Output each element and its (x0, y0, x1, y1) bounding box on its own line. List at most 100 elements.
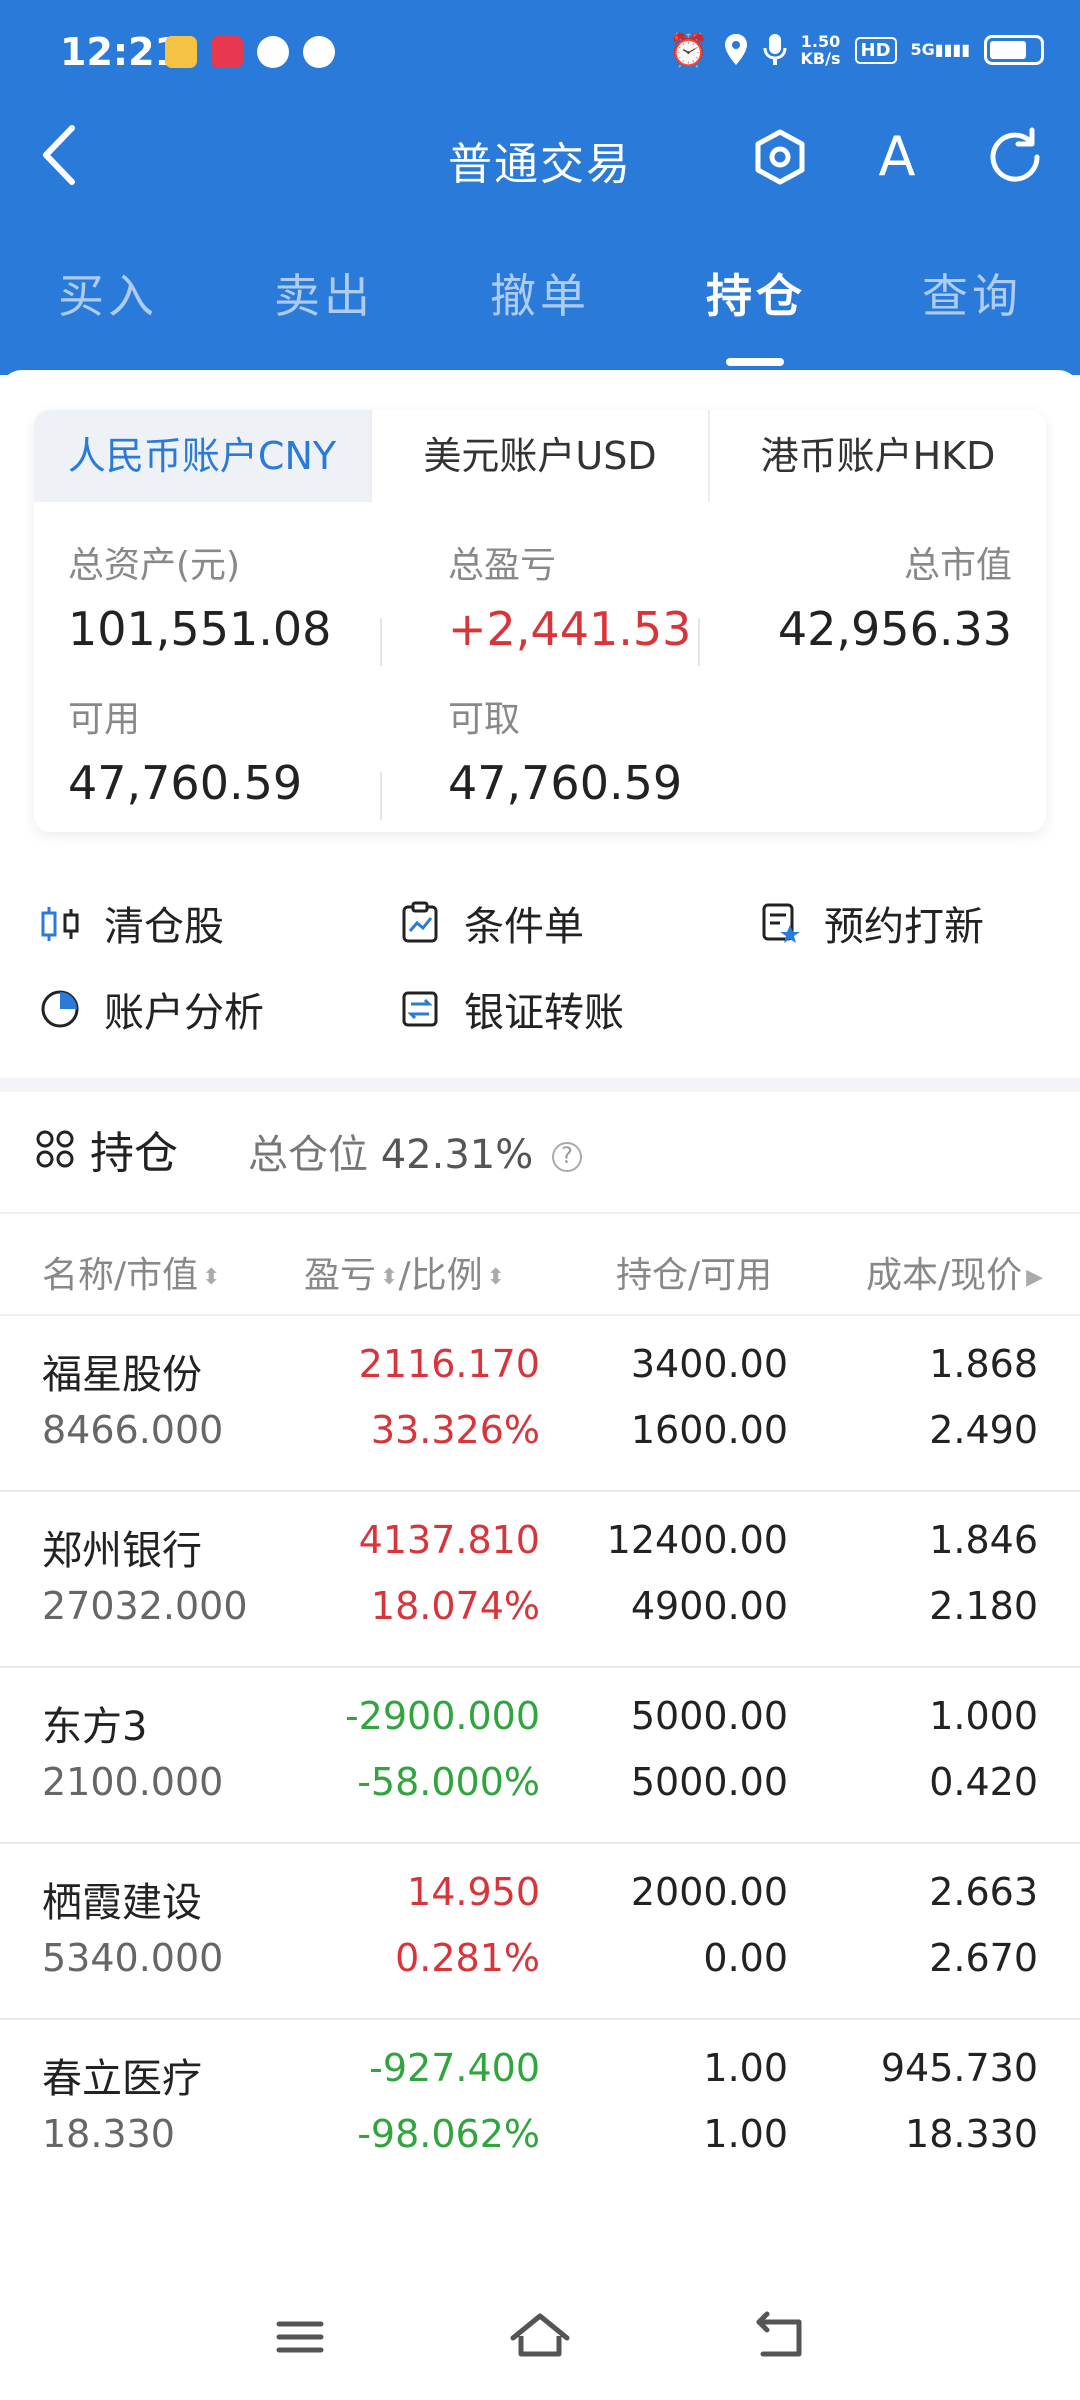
account-summary-card: 人民币账户CNY 美元账户USD 港币账户HKD 总资产(元) 101,551.… (34, 410, 1046, 832)
tab-account-usd[interactable]: 美元账户USD (372, 410, 710, 502)
table-row[interactable]: 东方3 2100.000 -2900.000 -58.000% 5000.00 … (0, 1668, 1080, 1844)
quick-action-label: 银证转账 (464, 990, 624, 1036)
profit-ratio: 33.326% (370, 1408, 540, 1452)
available-qty: 0.00 (703, 1936, 788, 1980)
col-name[interactable]: 名称/市值 ⬍ (42, 1246, 221, 1298)
table-row[interactable]: 福星股份 8466.000 2116.170 33.326% 3400.00 1… (0, 1316, 1080, 1492)
sort-icon: ⬍ (202, 1264, 221, 1290)
font-size-icon[interactable]: A (862, 122, 932, 192)
total-position-label: 总仓位 (248, 1132, 368, 1178)
market-value: 5340.000 (42, 1936, 224, 1980)
quick-action-bank-transfer[interactable]: 银证转账 (398, 980, 624, 1038)
withdrawable-label: 可取 (448, 699, 521, 740)
divider (380, 618, 382, 666)
total-position: 总仓位 42.31% ? (248, 1122, 582, 1180)
withdrawable-funds: 可取 47,760.59 (448, 690, 682, 810)
total-market-value: 总市值 42,956.33 (778, 536, 1012, 656)
network-speed: 1.50 KB/s (801, 33, 841, 67)
stock-name: 东方3 (42, 1704, 148, 1750)
tab-account-hkd[interactable]: 港币账户HKD (710, 410, 1046, 502)
profit-ratio: 0.281% (395, 1936, 540, 1980)
divider (380, 772, 382, 820)
section-divider (0, 1078, 1080, 1092)
tab-query[interactable]: 查询 (892, 260, 1052, 326)
nav-bar: 普通交易 A (0, 110, 1080, 200)
home-icon[interactable] (505, 2302, 575, 2372)
position-qty: 12400.00 (606, 1518, 788, 1562)
transfer-icon (402, 991, 438, 1027)
alarm-icon: ⏰ (668, 31, 709, 69)
wechat-icon (257, 36, 289, 68)
refresh-icon[interactable] (980, 122, 1050, 192)
settings-icon[interactable] (745, 122, 815, 192)
account-currency-tabs: 人民币账户CNY 美元账户USD 港币账户HKD (34, 410, 1046, 502)
cost-price: 2.663 (929, 1870, 1038, 1914)
notification-icons (165, 36, 335, 68)
quick-action-label: 清仓股 (104, 904, 224, 950)
table-row[interactable]: 郑州银行 27032.000 4137.810 18.074% 12400.00… (0, 1492, 1080, 1668)
status-time: 12:21 (60, 30, 181, 74)
available-funds: 可用 47,760.59 (68, 690, 302, 810)
position-qty: 1.00 (703, 2046, 788, 2090)
col-pl[interactable]: 盈亏 ⬍/比例 ⬍ (304, 1246, 505, 1298)
network-speed-value: 1.50 (800, 32, 841, 51)
menu-icon[interactable] (265, 2302, 335, 2372)
profit-loss: 2116.170 (358, 1342, 540, 1386)
message-icon (303, 36, 335, 68)
help-icon[interactable]: ? (551, 1142, 582, 1172)
total-pl-label: 总盈亏 (448, 545, 557, 586)
table-row[interactable]: 栖霞建设 5340.000 14.950 0.281% 2000.00 0.00… (0, 1844, 1080, 2020)
position-qty: 5000.00 (630, 1694, 788, 1738)
stock-name: 福星股份 (42, 1352, 202, 1398)
total-position-value: 42.31% (380, 1132, 534, 1178)
stock-name: 郑州银行 (42, 1528, 202, 1574)
total-market-value-label: 总市值 (903, 545, 1012, 586)
ipo-reserve-icon (762, 903, 800, 943)
current-price: 0.420 (929, 1760, 1038, 1804)
available-qty: 1600.00 (630, 1408, 788, 1452)
clear-position-icon (41, 907, 79, 941)
current-price: 2.180 (929, 1584, 1038, 1628)
market-value: 27032.000 (42, 1584, 248, 1628)
back-nav-icon[interactable] (745, 2302, 815, 2372)
quick-action-ipo-reserve[interactable]: 预约打新 (758, 894, 984, 952)
profit-loss: 14.950 (407, 1870, 540, 1914)
col-position: 持仓/可用 (616, 1255, 773, 1296)
stock-name: 栖霞建设 (42, 1880, 202, 1926)
tab-buy[interactable]: 买入 (28, 260, 188, 326)
quick-action-account-analysis[interactable]: 账户分析 (38, 980, 264, 1038)
position-qty: 2000.00 (630, 1870, 788, 1914)
col-name-label: 名称/市值 (42, 1255, 199, 1296)
col-cost[interactable]: 成本/现价 ▶ (866, 1246, 1043, 1298)
network-speed-unit: KB/s (800, 49, 841, 68)
microphone-icon (763, 34, 787, 65)
available-qty: 5000.00 (630, 1760, 788, 1804)
total-market-value-value: 42,956.33 (777, 602, 1012, 656)
quick-action-clear-position[interactable]: 清仓股 (38, 894, 224, 952)
total-assets: 总资产(元) 101,551.08 (68, 536, 331, 656)
holdings-title: 持仓 (34, 1117, 178, 1181)
cost-price: 1.846 (929, 1518, 1038, 1562)
system-navigation-bar (0, 2280, 1080, 2400)
tab-cancel[interactable]: 撤单 (460, 260, 620, 326)
main-content: 人民币账户CNY 美元账户USD 港币账户HKD 总资产(元) 101,551.… (0, 370, 1080, 2330)
status-bar: 12:21 ⏰ 1.50 KB/s HD 5G▮▮▮▮ (0, 0, 1080, 110)
bank-app-icon (211, 36, 243, 68)
quick-action-condition-order[interactable]: 条件单 (398, 894, 584, 952)
table-row[interactable]: 春立医疗 18.330 -927.400 -98.062% 1.00 1.00 … (0, 2020, 1080, 2196)
holdings-title-label: 持仓 (90, 1128, 178, 1179)
tab-holdings[interactable]: 持仓 (676, 260, 836, 326)
system-status-icons: ⏰ 1.50 KB/s HD 5G▮▮▮▮ (669, 30, 1044, 70)
quick-action-label: 预约打新 (824, 904, 984, 950)
total-pl: 总盈亏 +2,441.53 (448, 536, 691, 656)
quick-action-label: 账户分析 (104, 990, 264, 1036)
app-notification-icon (165, 36, 197, 68)
col-pl-label: 盈亏 (304, 1255, 377, 1296)
cost-price: 1.000 (929, 1694, 1038, 1738)
market-value: 18.330 (42, 2112, 175, 2156)
expand-columns-icon: ▶ (1026, 1264, 1044, 1290)
col-ratio-label: /比例 (398, 1255, 483, 1296)
tab-account-cny[interactable]: 人民币账户CNY (34, 410, 372, 502)
tab-sell[interactable]: 卖出 (244, 260, 404, 326)
withdrawable-value: 47,760.59 (448, 756, 683, 810)
